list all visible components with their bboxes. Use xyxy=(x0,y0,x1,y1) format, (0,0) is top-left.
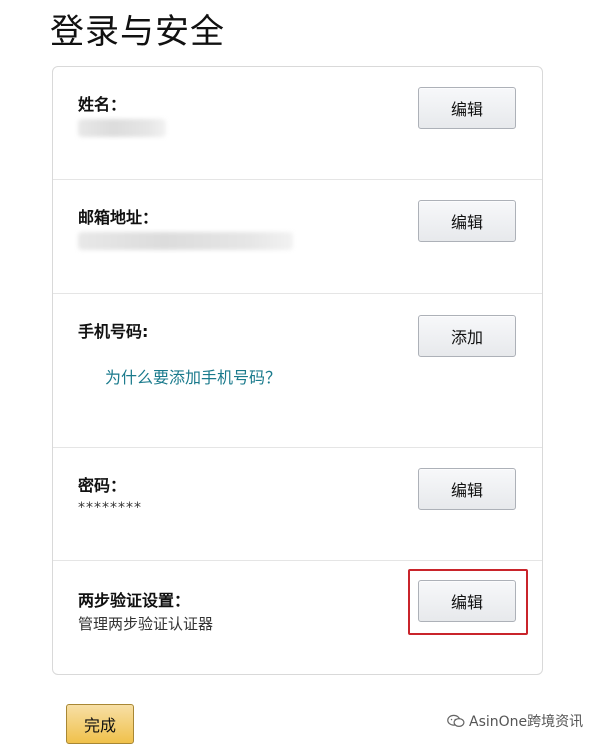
edit-password-button[interactable]: 编辑 xyxy=(418,468,516,510)
wechat-icon xyxy=(447,714,465,727)
phone-label: 手机号码: xyxy=(78,322,149,341)
highlight-box xyxy=(408,569,528,635)
email-label: 邮箱地址： xyxy=(78,208,159,227)
done-button[interactable]: 完成 xyxy=(66,704,134,744)
phone-row: 手机号码: 为什么要添加手机号码？ 添加 xyxy=(53,294,542,448)
name-label: 姓名： xyxy=(78,95,127,114)
password-value: ******** xyxy=(78,500,142,516)
name-value-redacted xyxy=(78,119,166,137)
edit-name-button[interactable]: 编辑 xyxy=(418,87,516,129)
why-add-phone-link[interactable]: 为什么要添加手机号码？ xyxy=(105,364,281,388)
email-row: 邮箱地址： 编辑 xyxy=(53,180,542,294)
name-row: 姓名： 编辑 xyxy=(53,67,542,180)
watermark: AsinOne跨境资讯 xyxy=(447,711,583,731)
watermark-text: AsinOne跨境资讯 xyxy=(469,714,584,730)
password-row: 密码： ******** 编辑 xyxy=(53,448,542,561)
add-phone-button[interactable]: 添加 xyxy=(418,315,516,357)
email-value-redacted xyxy=(78,232,293,250)
two-step-description: 管理两步验证认证器 xyxy=(78,615,214,633)
page-title: 登录与安全 xyxy=(50,12,225,52)
two-step-label: 两步验证设置： xyxy=(78,591,191,610)
edit-email-button[interactable]: 编辑 xyxy=(418,200,516,242)
password-label: 密码： xyxy=(78,476,127,495)
